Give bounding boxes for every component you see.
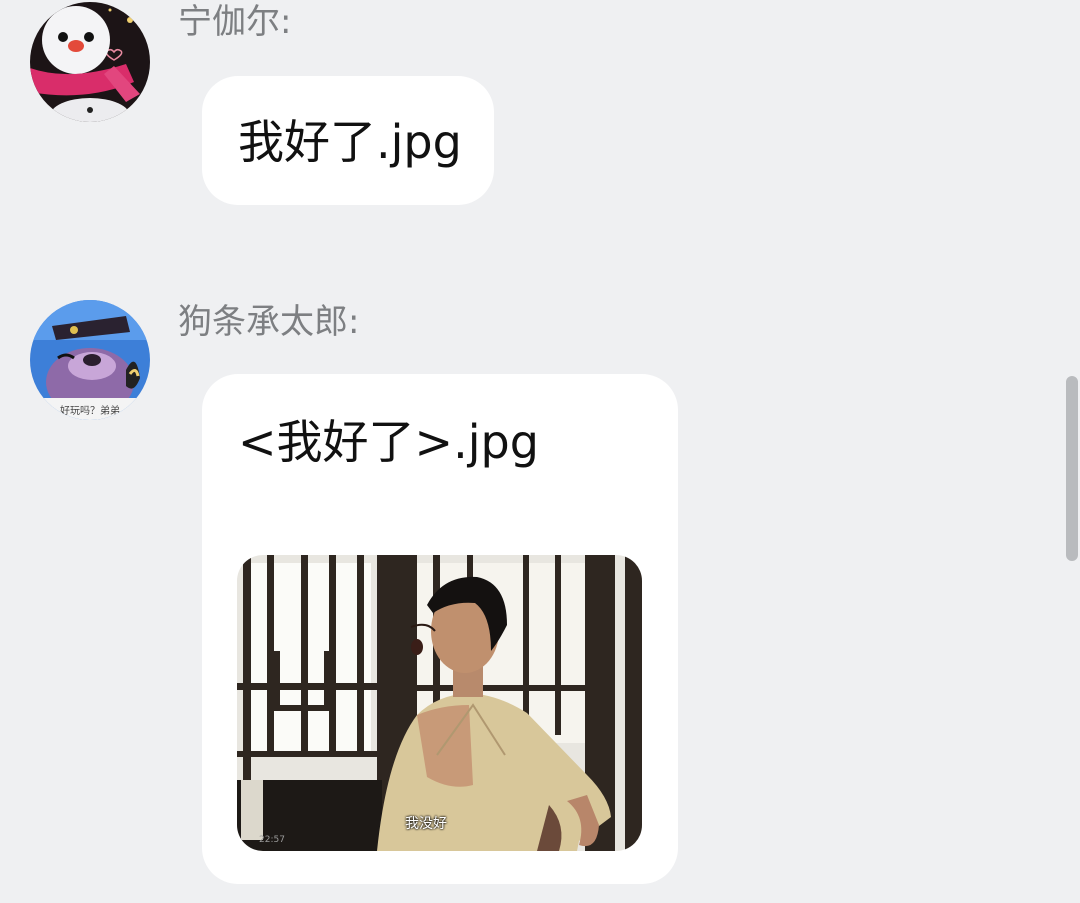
avatar[interactable] xyxy=(30,2,150,122)
message-text: 我好了.jpg xyxy=(238,115,462,169)
cartoon-bear-avatar-icon: 好玩吗？弟弟 xyxy=(30,300,150,420)
meme-photo xyxy=(237,555,642,851)
image-subtitle: 我没好 xyxy=(405,816,447,832)
sender-name: 宁伽尔: xyxy=(178,2,292,42)
scrollbar[interactable] xyxy=(1066,376,1078,561)
snowman-avatar-icon xyxy=(30,2,150,122)
message-image[interactable]: 我没好 22:57 xyxy=(237,555,642,851)
sender-name: 狗条承太郎: xyxy=(178,302,360,342)
chat-message: 好玩吗？弟弟 狗条承太郎: <我好了>.jpg 我没好 22:57 xyxy=(0,290,1080,890)
message-bubble[interactable]: 我好了.jpg xyxy=(202,76,494,205)
avatar-caption: 好玩吗？弟弟 xyxy=(60,405,120,417)
message-text: <我好了>.jpg xyxy=(238,415,539,469)
chat-message: 宁伽尔: 我好了.jpg xyxy=(0,0,1080,220)
image-timestamp: 22:57 xyxy=(259,835,285,845)
avatar[interactable]: 好玩吗？弟弟 xyxy=(30,300,150,420)
message-bubble[interactable]: <我好了>.jpg 我没好 22:57 xyxy=(202,374,678,884)
